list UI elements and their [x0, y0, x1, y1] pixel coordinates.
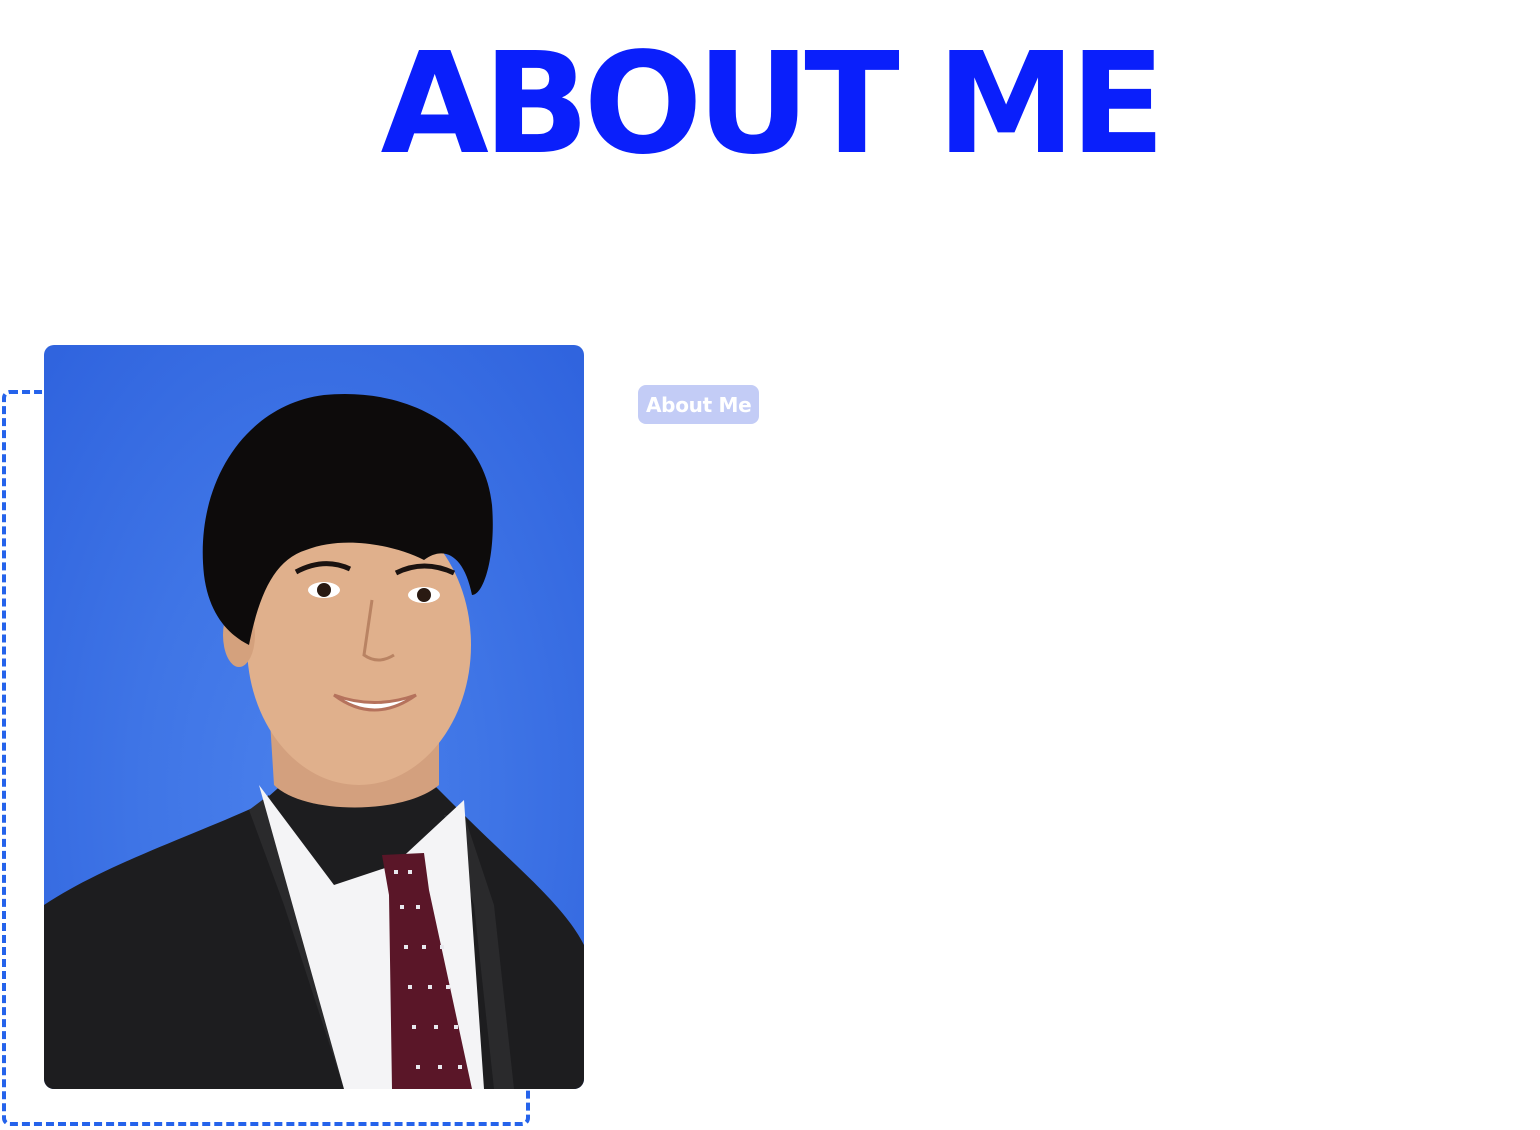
about-me-badge-label: About Me	[646, 392, 752, 417]
profile-photo	[44, 345, 584, 1089]
about-me-badge: About Me	[638, 385, 760, 424]
page-title: ABOUT ME	[380, 23, 1166, 186]
